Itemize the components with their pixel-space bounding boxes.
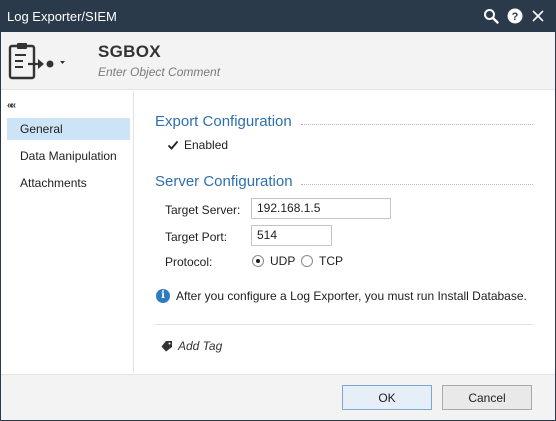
help-icon[interactable]: ?	[506, 7, 524, 25]
dialog-window: Log Exporter/SIEM ? SGBOX Enter Object C…	[0, 0, 556, 421]
protocol-tcp-label[interactable]: TCP	[319, 254, 343, 268]
cancel-button[interactable]: Cancel	[442, 385, 532, 410]
sidebar-item-label: Attachments	[20, 176, 87, 190]
sidebar-item-label: Data Manipulation	[20, 149, 117, 163]
close-icon[interactable]	[529, 7, 547, 25]
sidebar-item-data-manipulation[interactable]: Data Manipulation	[7, 145, 130, 167]
object-comment-field[interactable]: Enter Object Comment	[98, 65, 220, 79]
sidebar: «« General Data Manipulation Attachments	[1, 91, 134, 373]
protocol-tcp-radio[interactable]	[301, 255, 313, 267]
target-server-label: Target Server:	[165, 203, 241, 217]
svg-text:?: ?	[512, 11, 519, 23]
log-exporter-icon[interactable]	[8, 42, 65, 82]
collapse-sidebar-icon[interactable]: ««	[7, 100, 16, 111]
sidebar-item-attachments[interactable]: Attachments	[7, 172, 130, 194]
target-port-label: Target Port:	[165, 230, 228, 244]
ok-button[interactable]: OK	[342, 385, 432, 410]
target-server-input[interactable]: 192.168.1.5	[251, 198, 391, 219]
tags-divider	[155, 324, 533, 325]
server-configuration-title: Server Configuration	[155, 173, 293, 190]
sidebar-item-general[interactable]: General	[7, 118, 130, 140]
object-name[interactable]: SGBOX	[98, 42, 161, 62]
add-tag-link[interactable]: Add Tag	[178, 339, 222, 353]
info-icon: i	[156, 289, 170, 303]
section-divider	[301, 184, 533, 185]
enabled-label[interactable]: Enabled	[184, 138, 228, 152]
sidebar-item-label: General	[20, 122, 63, 136]
title-bar: Log Exporter/SIEM ?	[1, 1, 555, 32]
general-panel: Export Configuration Enabled Server Conf…	[135, 91, 555, 373]
dialog-footer: OK Cancel	[1, 374, 555, 420]
protocol-udp-radio[interactable]	[252, 255, 264, 267]
export-configuration-title: Export Configuration	[155, 113, 292, 130]
protocol-udp-label[interactable]: UDP	[270, 254, 295, 268]
tag-icon	[161, 340, 173, 352]
target-port-input[interactable]: 514	[251, 225, 332, 246]
section-divider	[301, 124, 533, 125]
install-database-notice: After you configure a Log Exporter, you …	[176, 289, 527, 303]
search-icon[interactable]	[482, 7, 500, 25]
window-title: Log Exporter/SIEM	[7, 9, 117, 24]
enabled-checkbox[interactable]	[167, 139, 179, 151]
object-header: SGBOX Enter Object Comment	[1, 32, 555, 90]
protocol-label: Protocol:	[165, 255, 213, 269]
